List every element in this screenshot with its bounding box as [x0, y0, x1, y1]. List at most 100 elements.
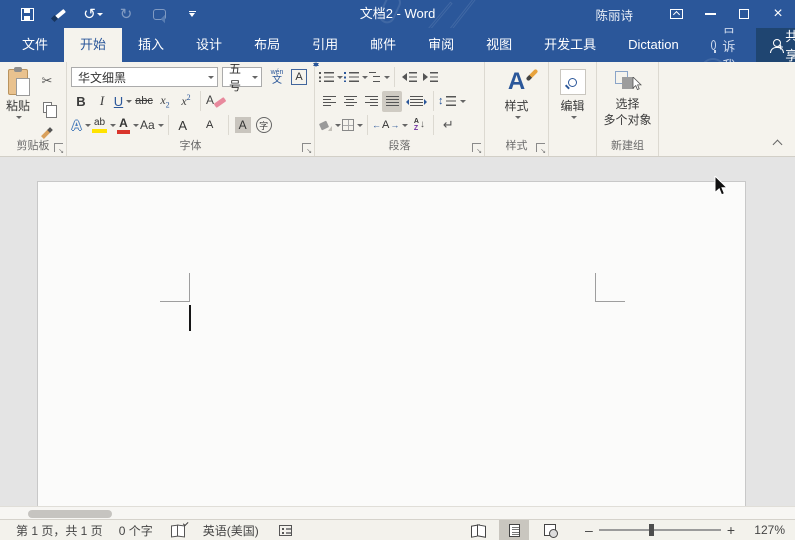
- decrease-indent-button[interactable]: [399, 67, 419, 88]
- superscript-button[interactable]: x2: [176, 91, 196, 112]
- strikethrough-button[interactable]: abc: [134, 91, 154, 112]
- grow-font-button[interactable]: A: [173, 115, 193, 136]
- italic-button[interactable]: I: [92, 91, 112, 112]
- copy-button[interactable]: [36, 97, 58, 117]
- styles-dialog-launcher[interactable]: [536, 143, 545, 152]
- chevron-down-icon: [110, 124, 116, 127]
- close-icon: ×: [773, 5, 782, 23]
- zoom-slider-handle[interactable]: [649, 524, 654, 536]
- print-layout-button[interactable]: [499, 520, 529, 540]
- chevron-down-icon: [97, 13, 103, 16]
- horizontal-scrollbar-thumb[interactable]: [28, 510, 112, 518]
- tab-developer[interactable]: 开发工具: [528, 28, 612, 62]
- justify-button[interactable]: [382, 91, 402, 112]
- margin-mark-left-horizontal: [160, 301, 190, 302]
- undo-button[interactable]: ↺: [84, 5, 102, 23]
- tab-insert[interactable]: 插入: [122, 28, 180, 62]
- text-effects-button[interactable]: A: [71, 115, 91, 136]
- shading-button[interactable]: [319, 115, 341, 136]
- margin-mark-left-vertical: [189, 273, 190, 302]
- font-color-button[interactable]: A: [117, 115, 139, 136]
- show-hide-marks-button[interactable]: ↵: [438, 115, 458, 136]
- tab-view[interactable]: 视图: [470, 28, 528, 62]
- bold-button[interactable]: B: [71, 91, 91, 112]
- tab-mailings[interactable]: 邮件: [354, 28, 412, 62]
- tab-references[interactable]: 引用: [296, 28, 354, 62]
- character-shading-button[interactable]: A: [233, 115, 253, 136]
- ribbon-display-options-button[interactable]: [659, 0, 693, 28]
- undo-icon: ↺: [83, 7, 96, 22]
- document-page[interactable]: [37, 181, 746, 506]
- redo-icon: ↻: [120, 7, 133, 22]
- web-layout-button[interactable]: [535, 520, 565, 540]
- font-dialog-launcher[interactable]: [302, 143, 311, 152]
- subscript-button[interactable]: x2: [155, 91, 175, 112]
- phonetic-guide-button[interactable]: wén 文: [268, 69, 286, 86]
- borders-button[interactable]: [342, 115, 363, 136]
- group-label-new-group: 新建组: [597, 137, 658, 153]
- sort-button[interactable]: AZ ↓: [409, 115, 429, 136]
- read-mode-button[interactable]: [463, 520, 493, 540]
- paragraph-dialog-launcher[interactable]: [472, 143, 481, 152]
- word-count-indicator[interactable]: 0 个字: [111, 522, 161, 539]
- asian-layout-button[interactable]: ← A →: [372, 115, 408, 136]
- clear-formatting-button[interactable]: A: [205, 91, 225, 112]
- numbering-button[interactable]: [344, 67, 368, 88]
- enclose-characters-button[interactable]: 字: [254, 115, 274, 136]
- clipboard-dialog-launcher[interactable]: [54, 143, 63, 152]
- paste-clipboard-icon: [8, 69, 28, 95]
- collapse-ribbon-button[interactable]: [773, 140, 783, 150]
- document-canvas[interactable]: [0, 157, 795, 506]
- zoom-slider-track[interactable]: [599, 529, 721, 530]
- horizontal-scrollbar[interactable]: [0, 506, 795, 519]
- distribute-text-button[interactable]: [406, 91, 426, 112]
- zoom-level-indicator[interactable]: 127%: [741, 523, 787, 537]
- customize-qat-button[interactable]: [183, 5, 201, 23]
- zoom-out-button[interactable]: –: [579, 522, 599, 538]
- increase-indent-button[interactable]: [420, 67, 440, 88]
- mouse-pointer-icon: [714, 176, 729, 198]
- text-highlight-button[interactable]: ab: [92, 115, 116, 136]
- chevron-down-icon: [126, 100, 132, 103]
- tab-layout[interactable]: 布局: [238, 28, 296, 62]
- tell-me-box[interactable]: 告诉我: [695, 28, 756, 62]
- spell-check-icon[interactable]: [171, 525, 185, 536]
- user-name[interactable]: 陈丽诗: [595, 5, 633, 24]
- share-button[interactable]: + 共享: [756, 28, 795, 62]
- tab-dictation[interactable]: Dictation: [612, 28, 695, 62]
- change-case-button[interactable]: Aa: [140, 115, 164, 136]
- share-person-icon: +: [770, 39, 779, 52]
- tab-review[interactable]: 审阅: [412, 28, 470, 62]
- page-number-indicator[interactable]: 第 1 页，共 1 页: [8, 522, 111, 539]
- character-border-button[interactable]: A: [291, 69, 307, 85]
- ribbon-group-editing: 编辑: [549, 62, 597, 156]
- cut-button[interactable]: ✂: [36, 71, 58, 91]
- tab-design[interactable]: 设计: [180, 28, 238, 62]
- align-left-button[interactable]: [319, 91, 339, 112]
- tab-home[interactable]: 开始: [64, 28, 122, 62]
- maximize-button[interactable]: [727, 0, 761, 28]
- ribbon-group-styles: A 样式 样式: [485, 62, 549, 156]
- minimize-button[interactable]: [693, 0, 727, 28]
- shrink-font-button[interactable]: A: [200, 115, 220, 136]
- underline-button[interactable]: U: [113, 91, 133, 112]
- align-center-button[interactable]: [340, 91, 360, 112]
- touch-mouse-mode-button[interactable]: [150, 5, 168, 23]
- zoom-in-button[interactable]: +: [721, 522, 741, 538]
- line-spacing-button[interactable]: ↕: [438, 91, 466, 112]
- language-indicator[interactable]: 英语(美国): [195, 522, 267, 539]
- bullets-button[interactable]: [319, 67, 343, 88]
- editing-button[interactable]: 编辑: [549, 65, 596, 119]
- multilevel-list-button[interactable]: [369, 67, 390, 88]
- styles-button[interactable]: A 样式: [485, 65, 548, 119]
- font-name-combobox[interactable]: 华文细黑: [71, 67, 218, 87]
- save-button[interactable]: [18, 5, 36, 23]
- select-multiple-objects-button[interactable]: 选择 多个对象: [597, 65, 658, 127]
- close-button[interactable]: ×: [761, 0, 795, 28]
- redo-button[interactable]: ↻: [117, 5, 135, 23]
- align-right-button[interactable]: [361, 91, 381, 112]
- macro-record-icon[interactable]: [279, 525, 292, 536]
- font-size-combobox[interactable]: 五号: [222, 67, 262, 87]
- ink-marker-button[interactable]: [51, 5, 69, 23]
- tab-file[interactable]: 文件: [6, 28, 64, 62]
